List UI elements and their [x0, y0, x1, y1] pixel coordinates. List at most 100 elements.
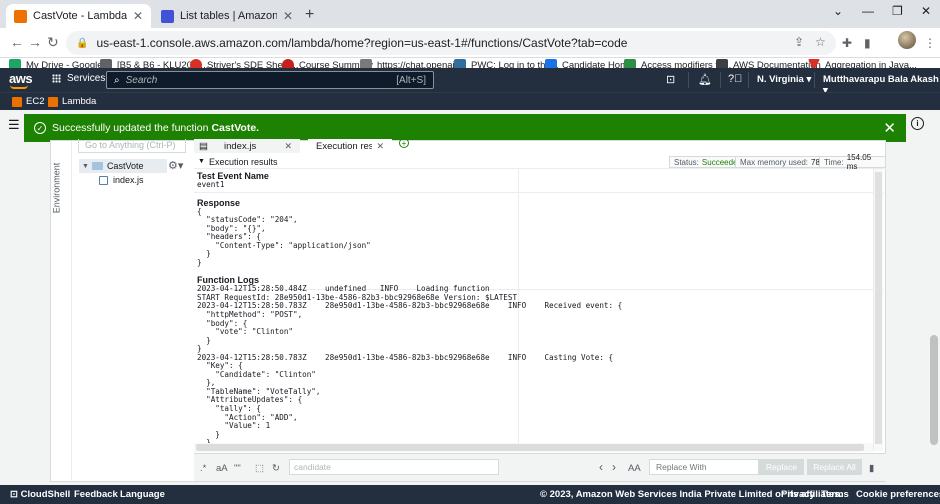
aws-search-input[interactable]: [125, 74, 397, 86]
search-in-selection-icon[interactable]: ⬚: [255, 463, 264, 474]
memory-label: Max memory used:: [740, 157, 809, 167]
folder-label: CastVote: [106, 161, 144, 171]
hamburger-menu-icon[interactable]: ☰: [8, 117, 20, 133]
forward-icon[interactable]: →: [28, 34, 42, 50]
services-menu[interactable]: Services: [52, 73, 105, 84]
replace-all-button[interactable]: Replace All: [807, 459, 862, 475]
more-menu-icon[interactable]: ⋮: [924, 36, 936, 50]
console-footer: ⊡ CloudShell Feedback Language © 2023, A…: [0, 485, 940, 504]
maximize-icon[interactable]: ❐: [892, 4, 903, 18]
results-header[interactable]: ▼ Execution results Status: Succeeded Max…: [194, 153, 886, 171]
time-box: Time: 154.05 ms: [819, 153, 886, 171]
aws-logo[interactable]: aws: [9, 71, 33, 86]
browser-tab-lambda[interactable]: CastVote - Lambda ✕: [6, 4, 151, 28]
results-output[interactable]: Test Event Name event1 Response { "statu…: [197, 171, 872, 451]
favorite-lambda[interactable]: Lambda: [48, 96, 96, 107]
favorite-ec2[interactable]: EC2: [12, 96, 44, 107]
caret-down-icon[interactable]: ▼: [198, 158, 205, 165]
find-input[interactable]: [289, 459, 499, 475]
case-sensitive-toggle[interactable]: aA: [216, 463, 228, 474]
close-find-icon[interactable]: ▮: [869, 463, 874, 474]
status-label: Status:: [674, 157, 699, 167]
find-all-toggle[interactable]: AA: [628, 463, 641, 474]
minimize-icon[interactable]: —: [862, 4, 874, 18]
dynamodb-favicon-icon: [161, 9, 174, 23]
regex-toggle[interactable]: .*: [200, 463, 206, 474]
cloudshell-link[interactable]: ⊡ CloudShell: [10, 489, 70, 500]
find-prev-icon[interactable]: ‹: [599, 460, 603, 474]
search-icon: ⌕: [114, 74, 120, 86]
file-index-js[interactable]: index.js: [79, 173, 194, 187]
search-shortcut: [Alt+S]: [396, 74, 426, 86]
ec2-icon: [12, 96, 22, 107]
replace-button[interactable]: Replace: [759, 459, 804, 475]
horizontal-scrollbar[interactable]: [194, 443, 873, 452]
flash-close-icon[interactable]: ✕: [883, 119, 896, 137]
lambda-icon: [48, 96, 58, 107]
terms-link[interactable]: Terms: [821, 489, 849, 500]
caret-down-icon[interactable]: ▼: [82, 163, 89, 170]
environment-tab[interactable]: Environment: [51, 155, 71, 225]
reload-icon[interactable]: ↻: [47, 34, 59, 51]
close-tab-icon[interactable]: ✕: [133, 9, 143, 23]
cookie-preferences-link[interactable]: Cookie preferences: [856, 489, 940, 500]
check-circle-icon: ✓: [34, 122, 46, 134]
divider: [814, 72, 815, 88]
extensions-icon[interactable]: ✚: [842, 36, 852, 50]
share-icon[interactable]: ⇪: [794, 35, 804, 49]
info-icon[interactable]: i: [911, 117, 924, 130]
time-label: Time:: [824, 157, 844, 167]
scrollbar-thumb[interactable]: [875, 172, 882, 444]
test-event-name: event1: [197, 180, 225, 189]
aws-search[interactable]: ⌕ [Alt+S]: [106, 71, 434, 89]
response-body: { "statusCode": "204", "body": "{}", "he…: [197, 206, 371, 267]
find-next-icon[interactable]: ›: [612, 460, 616, 474]
close-tab-icon[interactable]: ✕: [283, 9, 293, 23]
function-logs-body: 2023-04-12T15:28:50.484Z undefined INFO …: [197, 284, 623, 451]
lambda-favicon-icon: [14, 9, 27, 23]
replace-input[interactable]: [649, 459, 759, 475]
cloudshell-icon[interactable]: ⊡: [666, 73, 675, 86]
new-tab-icon[interactable]: +: [305, 6, 314, 24]
success-flash: ✓ Successfully updated the function Cast…: [24, 114, 906, 142]
browser-tab-title: List tables | Amazon DynamoDB: [180, 10, 277, 22]
whole-word-toggle[interactable]: "": [234, 463, 241, 474]
lock-icon[interactable]: 🔒: [76, 38, 88, 49]
tab-execution-result[interactable]: Execution result ✕: [308, 139, 392, 153]
folder-icon: [91, 162, 103, 170]
close-tab-icon[interactable]: ✕: [284, 141, 292, 152]
bookmark-star-icon[interactable]: ☆: [815, 35, 826, 49]
feedback-link[interactable]: Feedback: [74, 489, 118, 500]
tab-index-js[interactable]: index.js ✕: [216, 139, 300, 153]
browser-tab-bar: CastVote - Lambda ✕ List tables | Amazon…: [0, 0, 940, 28]
window-close-icon[interactable]: ✕: [921, 4, 931, 18]
profile-avatar[interactable]: [898, 31, 916, 49]
grid-icon: [52, 74, 61, 83]
folder-castvote[interactable]: ▼ CastVote: [79, 159, 167, 173]
privacy-link[interactable]: Privacy: [781, 489, 815, 500]
add-tab-icon[interactable]: +: [399, 138, 409, 148]
bell-icon[interactable]: 🔔︎: [698, 73, 712, 86]
code-editor: Environment Go to Anything (Ctrl-P) ▼ Ca…: [50, 138, 886, 483]
tab-nav-icon[interactable]: ▤: [194, 139, 216, 153]
reading-list-icon[interactable]: ▮: [864, 36, 871, 50]
close-tab-icon[interactable]: ✕: [376, 141, 384, 152]
scrollbar-thumb[interactable]: [196, 444, 864, 451]
help-icon[interactable]: ?⃝: [728, 73, 742, 85]
environment-label: Environment: [51, 162, 62, 214]
goto-anything-input[interactable]: Go to Anything (Ctrl-P): [78, 139, 186, 153]
main-content: ☰ ✓ Successfully updated the function Ca…: [0, 110, 940, 485]
browser-tab-dynamodb[interactable]: List tables | Amazon DynamoDB ✕: [153, 4, 301, 28]
find-replace-bar: .* aA "" ⬚ ↻ ‹ › AA Replace Replace All …: [194, 453, 886, 481]
tab-search-icon[interactable]: ⌄: [833, 4, 843, 18]
page-scrollbar[interactable]: [930, 335, 938, 445]
back-icon[interactable]: ←: [10, 34, 24, 50]
vertical-scrollbar[interactable]: [873, 169, 883, 451]
execution-results: ▼ Execution results Status: Succeeded Max…: [194, 153, 886, 453]
language-link[interactable]: Language: [120, 489, 165, 500]
account-name: Mutthavarapu Bala Akash: [823, 74, 939, 85]
gear-icon[interactable]: ⚙▾: [168, 159, 183, 172]
divider: [748, 72, 749, 88]
region-selector[interactable]: N. Virginia ▾: [757, 74, 811, 85]
wrap-icon[interactable]: ↻: [272, 463, 280, 474]
